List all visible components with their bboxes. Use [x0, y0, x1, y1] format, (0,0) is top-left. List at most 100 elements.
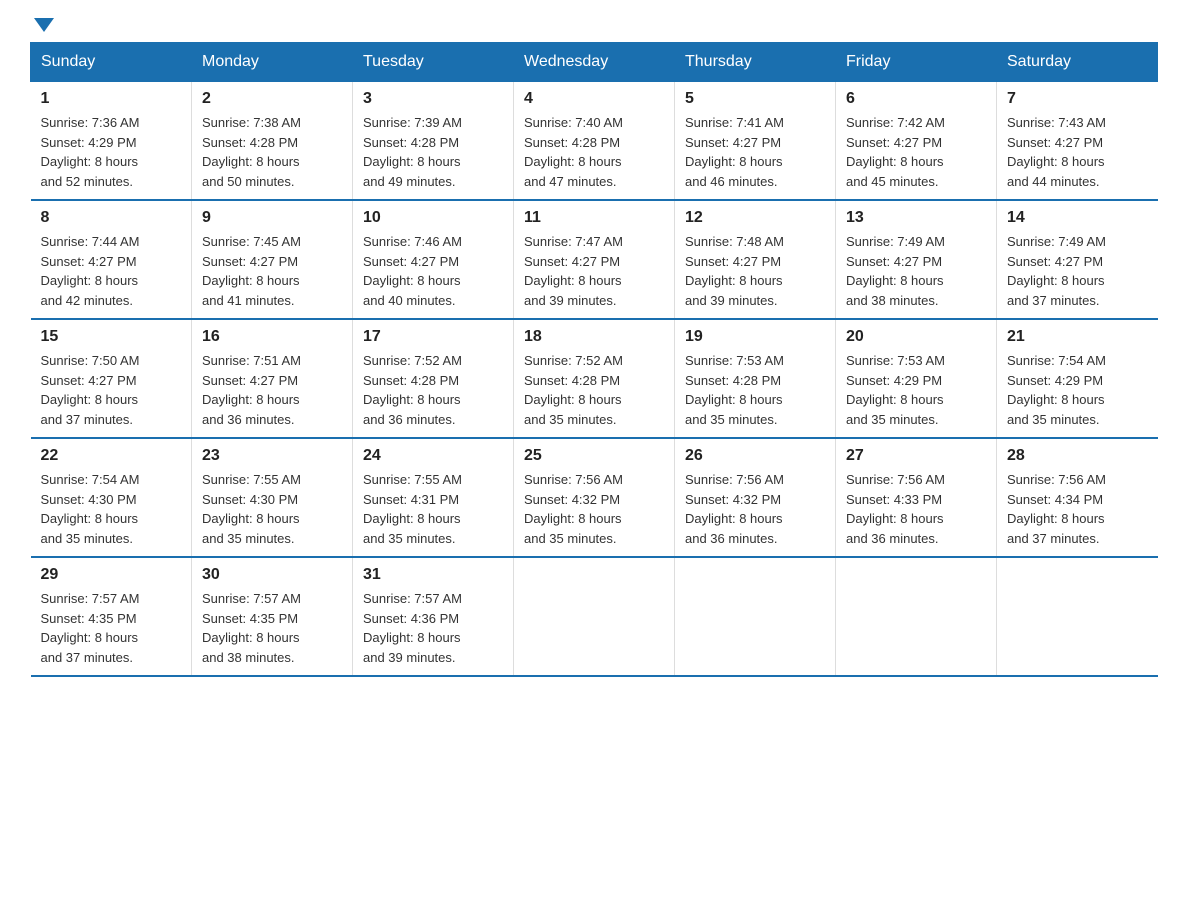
day-number: 27 [846, 447, 986, 465]
day-info: Sunrise: 7:49 AM Sunset: 4:27 PM Dayligh… [846, 232, 986, 310]
day-number: 19 [685, 328, 825, 346]
calendar-day-cell: 20 Sunrise: 7:53 AM Sunset: 4:29 PM Dayl… [836, 319, 997, 438]
day-number: 1 [41, 90, 182, 108]
day-info: Sunrise: 7:57 AM Sunset: 4:35 PM Dayligh… [202, 589, 342, 667]
day-info: Sunrise: 7:52 AM Sunset: 4:28 PM Dayligh… [363, 351, 503, 429]
days-of-week-row: SundayMondayTuesdayWednesdayThursdayFrid… [31, 43, 1158, 82]
calendar-day-cell: 19 Sunrise: 7:53 AM Sunset: 4:28 PM Dayl… [675, 319, 836, 438]
day-number: 23 [202, 447, 342, 465]
calendar-day-cell: 12 Sunrise: 7:48 AM Sunset: 4:27 PM Dayl… [675, 200, 836, 319]
day-number: 17 [363, 328, 503, 346]
day-number: 15 [41, 328, 182, 346]
day-info: Sunrise: 7:53 AM Sunset: 4:29 PM Dayligh… [846, 351, 986, 429]
day-number: 22 [41, 447, 182, 465]
day-info: Sunrise: 7:36 AM Sunset: 4:29 PM Dayligh… [41, 113, 182, 191]
day-number: 6 [846, 90, 986, 108]
page-header [30, 20, 1158, 32]
day-info: Sunrise: 7:55 AM Sunset: 4:30 PM Dayligh… [202, 470, 342, 548]
day-info: Sunrise: 7:39 AM Sunset: 4:28 PM Dayligh… [363, 113, 503, 191]
calendar-day-cell: 23 Sunrise: 7:55 AM Sunset: 4:30 PM Dayl… [192, 438, 353, 557]
day-number: 3 [363, 90, 503, 108]
day-info: Sunrise: 7:41 AM Sunset: 4:27 PM Dayligh… [685, 113, 825, 191]
calendar-day-cell: 27 Sunrise: 7:56 AM Sunset: 4:33 PM Dayl… [836, 438, 997, 557]
day-info: Sunrise: 7:46 AM Sunset: 4:27 PM Dayligh… [363, 232, 503, 310]
day-number: 12 [685, 209, 825, 227]
day-number: 30 [202, 566, 342, 584]
day-number: 24 [363, 447, 503, 465]
calendar-day-cell: 14 Sunrise: 7:49 AM Sunset: 4:27 PM Dayl… [997, 200, 1158, 319]
calendar-day-cell: 25 Sunrise: 7:56 AM Sunset: 4:32 PM Dayl… [514, 438, 675, 557]
day-info: Sunrise: 7:47 AM Sunset: 4:27 PM Dayligh… [524, 232, 664, 310]
calendar-week-row: 8 Sunrise: 7:44 AM Sunset: 4:27 PM Dayli… [31, 200, 1158, 319]
day-info: Sunrise: 7:43 AM Sunset: 4:27 PM Dayligh… [1007, 113, 1148, 191]
calendar-day-cell: 1 Sunrise: 7:36 AM Sunset: 4:29 PM Dayli… [31, 82, 192, 201]
logo [30, 20, 54, 32]
day-of-week-header: Thursday [675, 43, 836, 82]
calendar-week-row: 29 Sunrise: 7:57 AM Sunset: 4:35 PM Dayl… [31, 557, 1158, 676]
day-of-week-header: Saturday [997, 43, 1158, 82]
day-info: Sunrise: 7:52 AM Sunset: 4:28 PM Dayligh… [524, 351, 664, 429]
calendar-day-cell: 2 Sunrise: 7:38 AM Sunset: 4:28 PM Dayli… [192, 82, 353, 201]
calendar-week-row: 1 Sunrise: 7:36 AM Sunset: 4:29 PM Dayli… [31, 82, 1158, 201]
day-info: Sunrise: 7:42 AM Sunset: 4:27 PM Dayligh… [846, 113, 986, 191]
calendar-day-cell [997, 557, 1158, 676]
calendar-body: 1 Sunrise: 7:36 AM Sunset: 4:29 PM Dayli… [31, 82, 1158, 677]
day-info: Sunrise: 7:56 AM Sunset: 4:32 PM Dayligh… [685, 470, 825, 548]
day-number: 16 [202, 328, 342, 346]
day-info: Sunrise: 7:57 AM Sunset: 4:35 PM Dayligh… [41, 589, 182, 667]
calendar-day-cell: 13 Sunrise: 7:49 AM Sunset: 4:27 PM Dayl… [836, 200, 997, 319]
day-info: Sunrise: 7:56 AM Sunset: 4:34 PM Dayligh… [1007, 470, 1148, 548]
day-number: 31 [363, 566, 503, 584]
day-of-week-header: Sunday [31, 43, 192, 82]
day-number: 28 [1007, 447, 1148, 465]
calendar-day-cell: 4 Sunrise: 7:40 AM Sunset: 4:28 PM Dayli… [514, 82, 675, 201]
calendar-day-cell: 16 Sunrise: 7:51 AM Sunset: 4:27 PM Dayl… [192, 319, 353, 438]
day-number: 4 [524, 90, 664, 108]
day-number: 8 [41, 209, 182, 227]
day-info: Sunrise: 7:55 AM Sunset: 4:31 PM Dayligh… [363, 470, 503, 548]
calendar-day-cell [514, 557, 675, 676]
calendar-day-cell: 24 Sunrise: 7:55 AM Sunset: 4:31 PM Dayl… [353, 438, 514, 557]
day-number: 13 [846, 209, 986, 227]
calendar-day-cell: 30 Sunrise: 7:57 AM Sunset: 4:35 PM Dayl… [192, 557, 353, 676]
day-info: Sunrise: 7:40 AM Sunset: 4:28 PM Dayligh… [524, 113, 664, 191]
calendar-day-cell: 22 Sunrise: 7:54 AM Sunset: 4:30 PM Dayl… [31, 438, 192, 557]
day-number: 5 [685, 90, 825, 108]
calendar-day-cell: 29 Sunrise: 7:57 AM Sunset: 4:35 PM Dayl… [31, 557, 192, 676]
calendar-day-cell: 26 Sunrise: 7:56 AM Sunset: 4:32 PM Dayl… [675, 438, 836, 557]
day-number: 10 [363, 209, 503, 227]
calendar-day-cell: 18 Sunrise: 7:52 AM Sunset: 4:28 PM Dayl… [514, 319, 675, 438]
day-number: 21 [1007, 328, 1148, 346]
day-number: 18 [524, 328, 664, 346]
calendar-day-cell: 3 Sunrise: 7:39 AM Sunset: 4:28 PM Dayli… [353, 82, 514, 201]
day-number: 11 [524, 209, 664, 227]
logo-triangle-icon [34, 18, 54, 32]
day-info: Sunrise: 7:53 AM Sunset: 4:28 PM Dayligh… [685, 351, 825, 429]
day-number: 9 [202, 209, 342, 227]
calendar-day-cell: 5 Sunrise: 7:41 AM Sunset: 4:27 PM Dayli… [675, 82, 836, 201]
day-info: Sunrise: 7:51 AM Sunset: 4:27 PM Dayligh… [202, 351, 342, 429]
day-number: 14 [1007, 209, 1148, 227]
calendar-week-row: 15 Sunrise: 7:50 AM Sunset: 4:27 PM Dayl… [31, 319, 1158, 438]
day-info: Sunrise: 7:50 AM Sunset: 4:27 PM Dayligh… [41, 351, 182, 429]
day-number: 20 [846, 328, 986, 346]
calendar-day-cell: 6 Sunrise: 7:42 AM Sunset: 4:27 PM Dayli… [836, 82, 997, 201]
day-info: Sunrise: 7:49 AM Sunset: 4:27 PM Dayligh… [1007, 232, 1148, 310]
calendar-day-cell: 28 Sunrise: 7:56 AM Sunset: 4:34 PM Dayl… [997, 438, 1158, 557]
day-of-week-header: Friday [836, 43, 997, 82]
day-number: 26 [685, 447, 825, 465]
day-info: Sunrise: 7:54 AM Sunset: 4:30 PM Dayligh… [41, 470, 182, 548]
day-info: Sunrise: 7:57 AM Sunset: 4:36 PM Dayligh… [363, 589, 503, 667]
day-number: 2 [202, 90, 342, 108]
day-of-week-header: Tuesday [353, 43, 514, 82]
calendar-day-cell: 11 Sunrise: 7:47 AM Sunset: 4:27 PM Dayl… [514, 200, 675, 319]
calendar-day-cell: 17 Sunrise: 7:52 AM Sunset: 4:28 PM Dayl… [353, 319, 514, 438]
day-info: Sunrise: 7:56 AM Sunset: 4:33 PM Dayligh… [846, 470, 986, 548]
day-info: Sunrise: 7:45 AM Sunset: 4:27 PM Dayligh… [202, 232, 342, 310]
day-info: Sunrise: 7:48 AM Sunset: 4:27 PM Dayligh… [685, 232, 825, 310]
day-number: 25 [524, 447, 664, 465]
day-number: 7 [1007, 90, 1148, 108]
calendar-day-cell: 31 Sunrise: 7:57 AM Sunset: 4:36 PM Dayl… [353, 557, 514, 676]
calendar-day-cell: 21 Sunrise: 7:54 AM Sunset: 4:29 PM Dayl… [997, 319, 1158, 438]
day-number: 29 [41, 566, 182, 584]
